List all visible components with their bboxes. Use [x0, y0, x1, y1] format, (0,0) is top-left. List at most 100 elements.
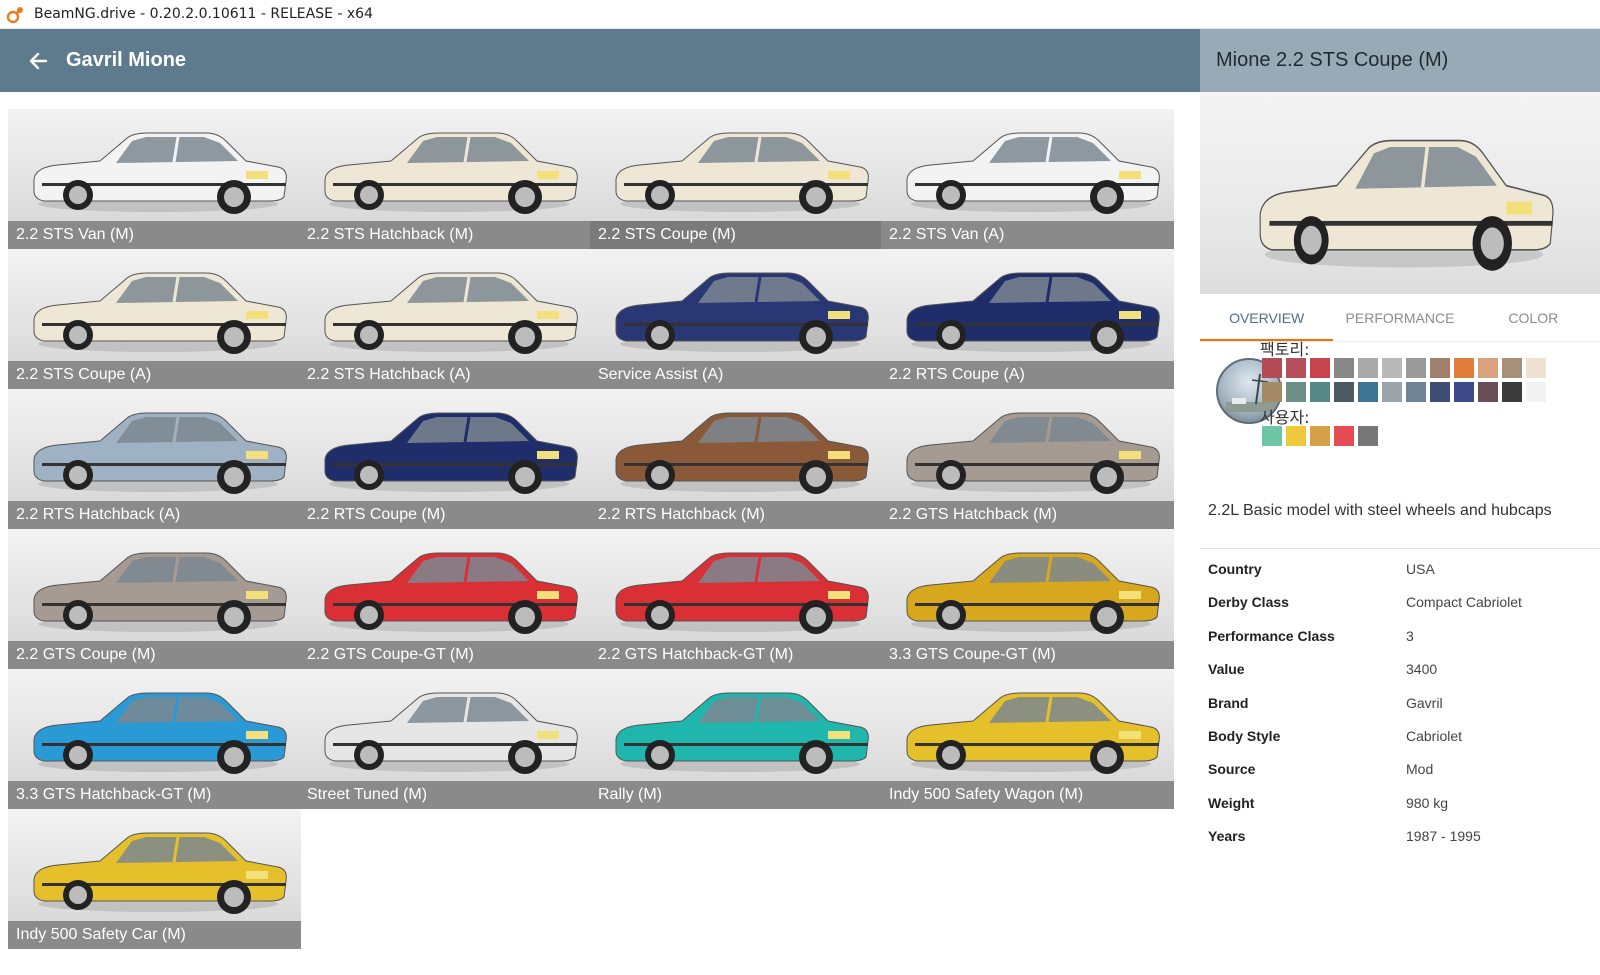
spec-value: Gavril	[1406, 694, 1443, 711]
config-thumbnail	[8, 669, 301, 781]
config-card[interactable]: 2.2 RTS Coupe (M)	[299, 389, 592, 529]
config-thumbnail	[8, 529, 301, 641]
user-color-swatch[interactable]	[1334, 426, 1354, 446]
config-card[interactable]: 2.2 GTS Coupe-GT (M)	[299, 529, 592, 669]
config-thumbnail	[590, 669, 883, 781]
factory-color-swatch[interactable]	[1526, 358, 1546, 378]
config-card[interactable]: 2.2 STS Coupe (M)	[590, 109, 883, 249]
user-color-swatch[interactable]	[1262, 426, 1282, 446]
config-thumbnail	[590, 529, 883, 641]
factory-color-swatch[interactable]	[1430, 358, 1450, 378]
vehicle-preview-image	[1200, 92, 1600, 294]
config-label: Indy 500 Safety Car (M)	[8, 921, 301, 949]
config-label: 2.2 GTS Hatchback-GT (M)	[590, 641, 883, 669]
config-thumbnail	[299, 669, 592, 781]
config-label: Street Tuned (M)	[299, 781, 592, 809]
configuration-grid: 2.2 STS Van (M) 2.2 STS Hatchback (M) 2.…	[8, 109, 1192, 969]
factory-color-swatch[interactable]	[1334, 358, 1354, 378]
factory-color-swatches	[1262, 358, 1562, 406]
tab-performance[interactable]: PERFORMANCE	[1333, 298, 1466, 341]
config-card[interactable]: Rally (M)	[590, 669, 883, 809]
config-label: 2.2 RTS Hatchback (M)	[590, 501, 883, 529]
spec-row: Body Style Cabriolet	[1208, 720, 1598, 754]
config-card[interactable]: 2.2 GTS Hatchback-GT (M)	[590, 529, 883, 669]
factory-color-swatch[interactable]	[1478, 382, 1498, 402]
config-card[interactable]: 2.2 RTS Coupe (A)	[881, 249, 1174, 389]
config-card[interactable]: Indy 500 Safety Car (M)	[8, 809, 301, 949]
user-color-swatch[interactable]	[1358, 426, 1378, 446]
factory-color-swatch[interactable]	[1310, 382, 1330, 402]
factory-color-swatch[interactable]	[1262, 382, 1282, 402]
beamng-logo-icon	[6, 7, 23, 24]
spec-value: 980 kg	[1406, 794, 1449, 811]
user-color-swatch[interactable]	[1286, 426, 1306, 446]
color-picker: 팩토리: 사용자:	[1208, 340, 1598, 460]
factory-color-swatch[interactable]	[1382, 382, 1402, 402]
factory-color-swatch[interactable]	[1334, 382, 1354, 402]
config-card[interactable]: 2.2 RTS Hatchback (M)	[590, 389, 883, 529]
config-card[interactable]: Street Tuned (M)	[299, 669, 592, 809]
factory-color-swatch[interactable]	[1286, 358, 1306, 378]
config-card[interactable]: 2.2 STS Van (A)	[881, 109, 1174, 249]
config-thumbnail	[299, 529, 592, 641]
factory-color-swatch[interactable]	[1502, 358, 1522, 378]
config-label: Service Assist (A)	[590, 361, 883, 389]
factory-colors-label: 팩토리:	[1260, 340, 1310, 359]
config-label: 2.2 RTS Coupe (A)	[881, 361, 1174, 389]
factory-color-swatch[interactable]	[1262, 358, 1282, 378]
config-label: 2.2 STS Coupe (M)	[590, 221, 883, 249]
factory-color-swatch[interactable]	[1526, 382, 1546, 402]
spec-key: Years	[1208, 828, 1246, 845]
factory-color-swatch[interactable]	[1310, 358, 1330, 378]
factory-color-swatch[interactable]	[1286, 382, 1306, 402]
config-card[interactable]: Service Assist (A)	[590, 249, 883, 389]
divider	[1200, 548, 1600, 549]
config-card[interactable]: 2.2 STS Van (M)	[8, 109, 301, 249]
model-name-title: Gavril Mione	[66, 49, 187, 71]
factory-color-swatch[interactable]	[1382, 358, 1402, 378]
config-label: 2.2 GTS Coupe-GT (M)	[299, 641, 592, 669]
factory-color-swatch[interactable]	[1478, 358, 1498, 378]
factory-color-swatch[interactable]	[1406, 382, 1426, 402]
config-card[interactable]: Indy 500 Safety Wagon (M)	[881, 669, 1174, 809]
vehicle-list-header: Gavril Mione	[0, 29, 1200, 92]
factory-color-swatch[interactable]	[1406, 358, 1426, 378]
user-color-swatch[interactable]	[1310, 426, 1330, 446]
config-thumbnail	[881, 249, 1174, 361]
spec-value: Cabriolet	[1406, 728, 1463, 744]
spec-key: Derby Class	[1208, 594, 1289, 611]
spec-key: Brand	[1208, 694, 1249, 711]
spec-value: 3	[1406, 627, 1414, 644]
config-card[interactable]: 2.2 GTS Hatchback (M)	[881, 389, 1174, 529]
config-label: 2.2 STS Hatchback (M)	[299, 221, 592, 249]
config-label: 3.3 GTS Coupe-GT (M)	[881, 641, 1174, 669]
back-arrow-icon[interactable]	[28, 51, 48, 71]
config-thumbnail	[8, 109, 301, 221]
factory-color-swatch[interactable]	[1502, 382, 1522, 402]
config-thumbnail	[881, 669, 1174, 781]
factory-color-swatch[interactable]	[1358, 358, 1378, 378]
config-card[interactable]: 2.2 RTS Hatchback (A)	[8, 389, 301, 529]
config-card[interactable]: 2.2 GTS Coupe (M)	[8, 529, 301, 669]
factory-color-swatch[interactable]	[1358, 382, 1378, 402]
config-thumbnail	[590, 389, 883, 501]
spec-row: Performance Class 3	[1208, 620, 1598, 654]
spec-row: Weight 980 kg	[1208, 787, 1598, 821]
config-thumbnail	[299, 389, 592, 501]
spec-value: 1987 - 1995	[1406, 828, 1481, 845]
factory-color-swatch[interactable]	[1454, 358, 1474, 378]
tab-color[interactable]: COLOR	[1467, 298, 1600, 341]
config-label: 3.3 GTS Hatchback-GT (M)	[8, 781, 301, 809]
spec-row: Derby Class Compact Cabriolet	[1208, 586, 1598, 620]
spec-key: Value	[1208, 661, 1245, 678]
config-label: 2.2 STS Van (A)	[881, 221, 1174, 249]
config-card[interactable]: 3.3 GTS Hatchback-GT (M)	[8, 669, 301, 809]
factory-color-swatch[interactable]	[1454, 382, 1474, 402]
config-card[interactable]: 2.2 STS Hatchback (A)	[299, 249, 592, 389]
config-card[interactable]: 3.3 GTS Coupe-GT (M)	[881, 529, 1174, 669]
config-card[interactable]: 2.2 STS Hatchback (M)	[299, 109, 592, 249]
config-label: Indy 500 Safety Wagon (M)	[881, 781, 1174, 809]
factory-color-swatch[interactable]	[1430, 382, 1450, 402]
config-card[interactable]: 2.2 STS Coupe (A)	[8, 249, 301, 389]
tab-overview[interactable]: OVERVIEW	[1200, 298, 1334, 341]
